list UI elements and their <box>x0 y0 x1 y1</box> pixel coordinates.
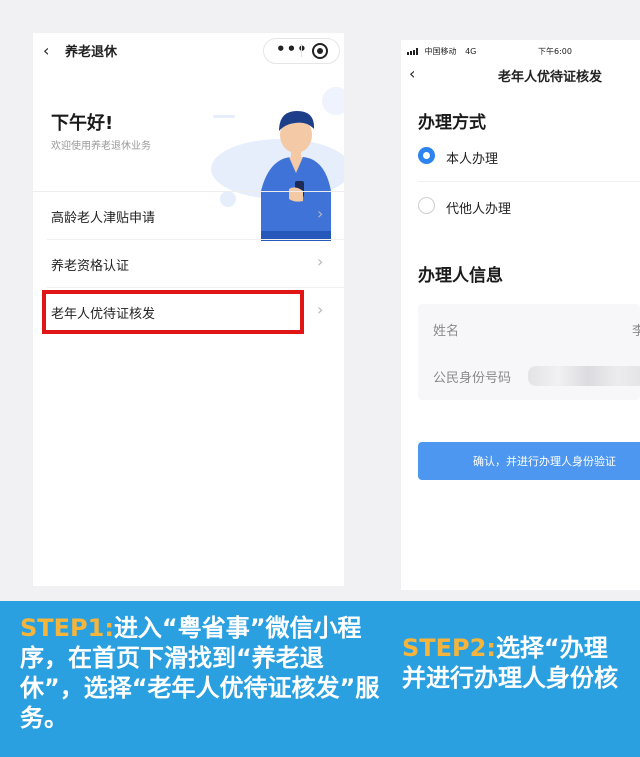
greeting-heading: 下午好! <box>51 113 114 134</box>
option-on-behalf[interactable]: 代他人办理 <box>418 190 640 226</box>
step1-instruction: STEP1:进入“粤省事”微信小程序，在首页下滑找到“养老退休”，选择“老年人优… <box>20 613 380 733</box>
step2-line1: 选择“办理 <box>495 634 608 662</box>
step2-instruction: STEP2:选择“办理 并进行办理人身份核 <box>402 633 640 693</box>
section-title-info: 办理人信息 <box>418 266 503 286</box>
highlight-box <box>42 290 304 334</box>
radio-unselected-icon[interactable] <box>418 197 435 214</box>
nav-bar: ‹ 养老退休 ••• <box>33 33 344 67</box>
chevron-left-icon[interactable]: ‹ <box>43 41 49 60</box>
confirm-verify-button[interactable]: 确认，并进行办理人身份验证 <box>418 442 640 480</box>
step2-label: STEP2: <box>402 634 496 662</box>
chevron-left-icon[interactable]: ‹ <box>409 64 415 83</box>
menu-item-senior-allowance[interactable]: 高龄老人津贴申请 › <box>33 192 344 240</box>
chevron-right-icon: › <box>317 252 324 271</box>
name-field-label: 姓名 <box>433 324 460 339</box>
page-title: 老年人优待证核发 <box>498 70 603 85</box>
status-time: 下午6:00 <box>538 47 572 56</box>
signal-icon <box>407 48 420 55</box>
menu-item-label: 养老资格认证 <box>51 259 130 274</box>
carrier-label: 中国移动 <box>424 47 457 56</box>
menu-item-pension-certification[interactable]: 养老资格认证 › <box>33 240 344 288</box>
section-title-method: 办理方式 <box>418 113 486 133</box>
id-number-field-label: 公民身份号码 <box>433 371 512 386</box>
option-divider <box>418 181 640 182</box>
page-title: 养老退休 <box>65 45 118 60</box>
id-number-redacted <box>528 366 640 386</box>
chevron-right-icon: › <box>317 300 324 319</box>
welcome-subtitle: 欢迎使用养老退休业务 <box>51 141 151 152</box>
name-field-value: 李 <box>632 324 640 339</box>
status-bar: 中国移动 4G <box>407 46 476 57</box>
menu-item-label: 高龄老人津贴申请 <box>51 211 156 226</box>
radio-selected-icon[interactable] <box>418 147 435 164</box>
option-label: 本人办理 <box>446 152 499 167</box>
option-self[interactable]: 本人办理 <box>418 140 640 176</box>
step1-label: STEP1: <box>20 614 114 642</box>
mini-program-capsule: ••• <box>263 38 340 64</box>
network-label: 4G <box>465 47 477 56</box>
option-label: 代他人办理 <box>446 202 512 217</box>
mini-program-close-icon[interactable] <box>312 43 328 59</box>
capsule-divider <box>301 44 302 57</box>
phone-screen-form: 中国移动 4G 下午6:00 ‹ 老年人优待证核发 办理方式 本人办理 代他人办… <box>401 40 640 590</box>
applicant-info-form: 姓名 李 公民身份号码 <box>418 304 640 400</box>
more-dots-icon[interactable]: ••• <box>276 40 308 58</box>
step2-line2: 并进行办理人身份核 <box>402 664 618 692</box>
confirm-button-label: 确认，并进行办理人身份验证 <box>473 455 616 468</box>
chevron-right-icon: › <box>317 204 324 223</box>
instruction-banner: STEP1:进入“粤省事”微信小程序，在首页下滑找到“养老退休”，选择“老年人优… <box>0 601 640 757</box>
